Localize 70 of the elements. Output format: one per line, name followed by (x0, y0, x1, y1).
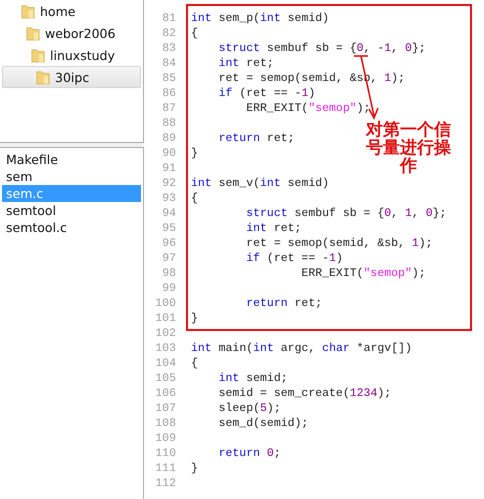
line-number: 112 (154, 477, 176, 490)
code-line: int ret; (245, 222, 302, 235)
file-item[interactable]: semtool.c (2, 219, 141, 236)
code-line: semid = sem_create(1234); (218, 387, 392, 400)
code-line: ERR_EXIT("semop"); (300, 267, 426, 280)
line-number: 102 (154, 327, 176, 340)
folder-icon (36, 69, 50, 85)
line-number: 97 (161, 252, 176, 265)
tree-item[interactable]: 30ipc (2, 66, 141, 88)
line-number: 99 (161, 282, 176, 295)
line-number: 109 (154, 432, 176, 445)
file-item[interactable]: semtool (2, 202, 141, 219)
code-line: { (191, 27, 198, 40)
code-line: int ret; (218, 57, 274, 70)
line-number: 95 (161, 222, 176, 235)
code-line: int semid; (218, 372, 288, 385)
code-line: int sem_p(int semid) (191, 12, 330, 25)
code-line: return ret; (218, 132, 295, 145)
tree-item[interactable]: home (2, 0, 141, 22)
code-line: } (191, 147, 198, 160)
code-line: ret = semop(semid, &sb, 1); (245, 237, 433, 250)
code-line: int sem_v(int semid) (191, 177, 330, 190)
folder-icon (26, 25, 40, 41)
line-number: 85 (161, 72, 176, 85)
code-line: { (191, 357, 198, 370)
line-number: 101 (154, 312, 176, 325)
line-number: 82 (161, 27, 176, 40)
code-line: if (ret == -1) (218, 87, 316, 100)
line-number: 93 (161, 192, 176, 205)
code-line: int main(int argc, char *argv[]) (191, 342, 412, 355)
line-number: 84 (161, 57, 176, 70)
line-number: 98 (161, 267, 176, 280)
folder-icon (21, 3, 35, 19)
line-number: 104 (154, 357, 176, 370)
line-number: 86 (161, 87, 176, 100)
line-number: 111 (154, 462, 176, 475)
file-item[interactable]: Makefile (2, 151, 141, 168)
line-number: 81 (161, 12, 176, 25)
code-line: } (191, 312, 198, 325)
tree-item[interactable]: linuxstudy (2, 44, 141, 66)
code-line: return 0; (218, 447, 281, 460)
line-number: 90 (161, 147, 176, 160)
line-number: 89 (161, 132, 176, 145)
code-line: { (191, 192, 198, 205)
code-line: struct sembuf sb = {0, 1, 0}; (245, 207, 446, 220)
line-number: 107 (154, 402, 176, 415)
code-line: ERR_EXIT("semop"); (245, 102, 370, 115)
line-number: 100 (154, 297, 176, 310)
line-number: 83 (161, 42, 176, 55)
line-number: 103 (154, 342, 176, 355)
line-number: 96 (161, 237, 176, 250)
code-line: } (191, 462, 198, 475)
line-number: 92 (161, 177, 176, 190)
annotation-text: 对第一个信号量进行操作 (366, 121, 451, 175)
code-line: sem_d(semid); (218, 417, 308, 430)
file-item[interactable]: sem (2, 168, 141, 185)
line-number: 106 (154, 387, 176, 400)
line-number: 108 (154, 417, 176, 430)
line-number: 87 (161, 102, 176, 115)
code-line: if (ret == -1) (245, 252, 343, 265)
line-number: 88 (161, 117, 176, 130)
line-number: 91 (161, 162, 176, 175)
code-line: sleep(5); (218, 402, 281, 415)
line-number: 110 (154, 447, 176, 460)
line-number: 105 (154, 372, 176, 385)
line-number: 94 (161, 207, 176, 220)
code-line: return ret; (245, 297, 322, 310)
tree-item[interactable]: webor2006 (2, 22, 141, 44)
code-line: struct sembuf sb = {0, -1, 0}; (218, 42, 426, 55)
folder-icon (31, 47, 45, 63)
